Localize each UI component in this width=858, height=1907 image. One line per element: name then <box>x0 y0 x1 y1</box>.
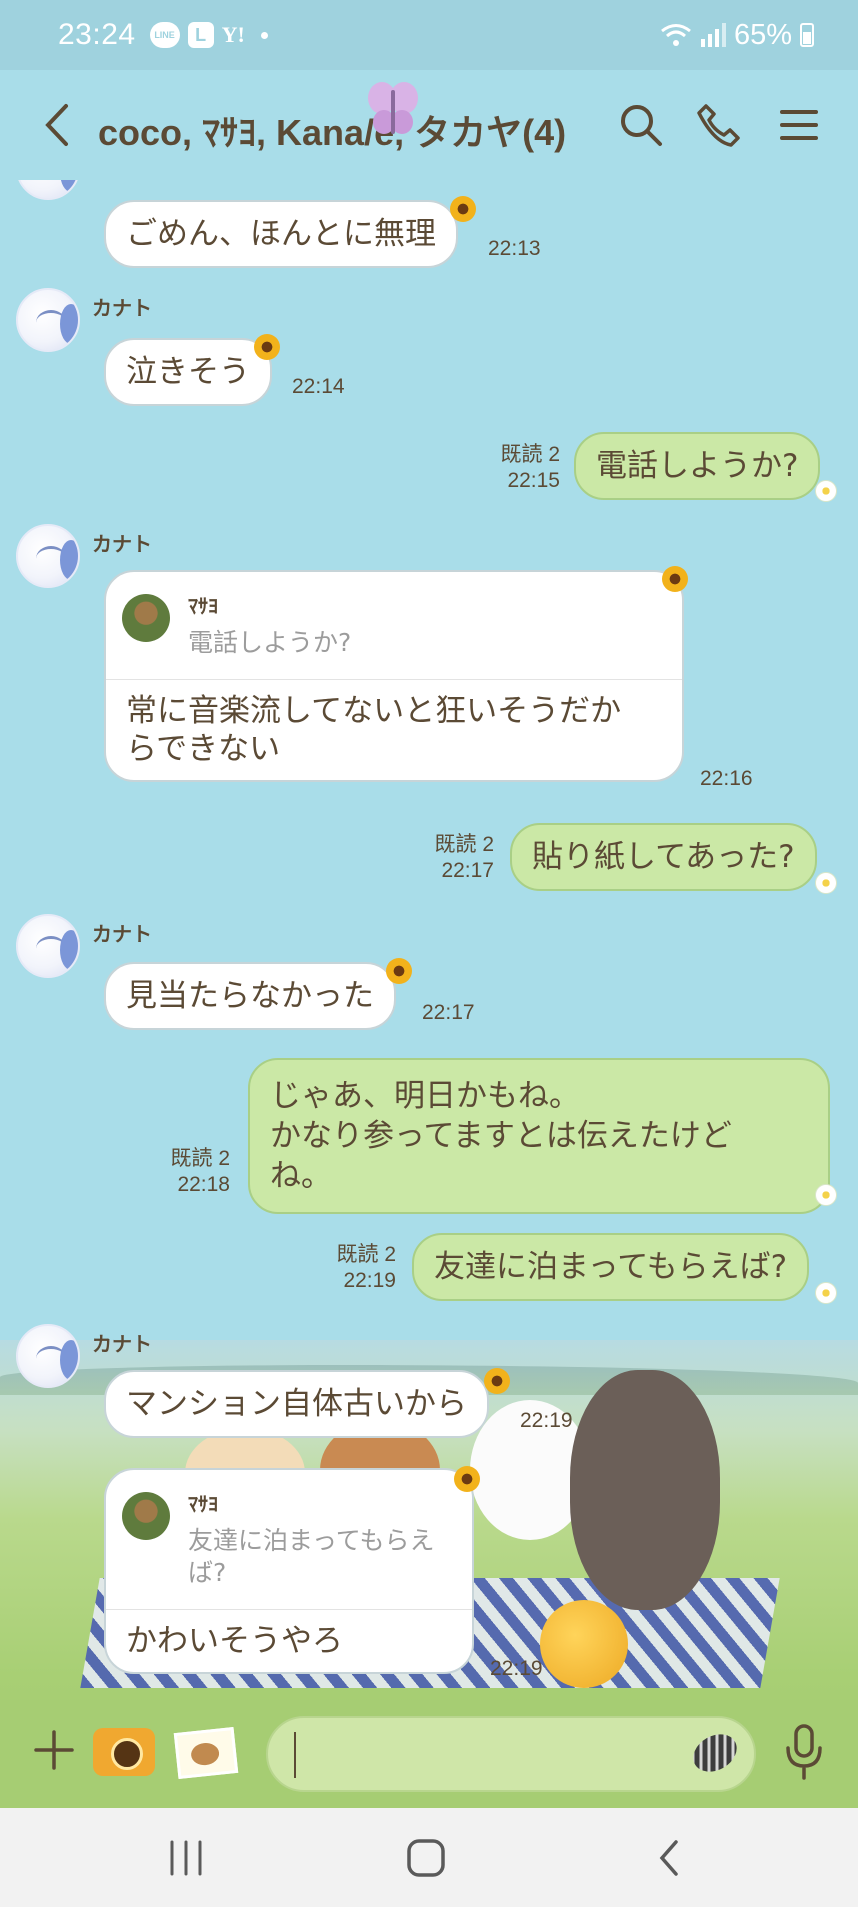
quoted-sender: ﾏｻﾖ <box>188 596 218 618</box>
message-time: 22:17 <box>422 1001 475 1024</box>
sunflower-decoration <box>450 196 476 222</box>
camera-icon[interactable] <box>93 1728 155 1776</box>
reply-text: かわいそうやろ <box>126 1623 343 1659</box>
wifi-icon <box>661 24 691 46</box>
l-icon: L <box>187 22 214 48</box>
avatar[interactable] <box>16 524 80 588</box>
signal-icon <box>700 23 726 47</box>
message-time: 22:19 <box>343 1269 396 1292</box>
hamster-decoration <box>570 1370 720 1610</box>
avatar[interactable] <box>16 180 80 200</box>
daisy-decoration <box>815 480 837 502</box>
read-receipt: 既読 2 22:18 <box>162 1146 230 1198</box>
sender-name: カナト <box>92 1334 152 1356</box>
quoted-avatar <box>122 594 170 642</box>
daisy-decoration <box>815 1184 837 1206</box>
message-bubble-mine[interactable]: 電話しようか? <box>574 432 821 500</box>
menu-icon[interactable] <box>776 102 822 148</box>
message-time: 22:15 <box>507 469 560 492</box>
message-bubble[interactable]: 泣きそう <box>104 338 272 406</box>
battery-icon <box>800 23 814 47</box>
reply-message-card[interactable]: ﾏｻﾖ 友達に泊まってもらえ ば? かわいそうやろ <box>104 1468 474 1674</box>
sunflower-decoration <box>386 958 412 984</box>
plus-icon[interactable] <box>34 1730 74 1770</box>
message-time: 22:13 <box>488 237 541 260</box>
phone-icon[interactable] <box>696 102 742 148</box>
search-icon[interactable] <box>618 102 664 148</box>
chat-title[interactable]: coco, ﾏｻﾖ, Kana/e, タカヤ(4) <box>98 104 566 156</box>
quoted-message[interactable]: ﾏｻﾖ 電話しようか? <box>106 572 682 680</box>
daisy-decoration <box>815 872 837 894</box>
message-input[interactable] <box>294 1732 674 1778</box>
avatar[interactable] <box>16 288 80 352</box>
message-time: 22:18 <box>177 1173 230 1196</box>
back-icon[interactable] <box>648 1836 692 1880</box>
status-bar: 23:24 LINE L Y! 65% <box>0 0 858 70</box>
read-count: 既読 2 <box>336 1243 396 1266</box>
chat-history[interactable]: ごめん、ほんとに無理 22:13 カナト 泣きそう 22:14 既読 2 22:… <box>0 180 858 1700</box>
message-bubble[interactable]: ごめん、ほんとに無理 <box>104 200 458 268</box>
chat-header: coco, ﾏｻﾖ, Kana/e, タカヤ(4) <box>0 70 858 180</box>
reply-text: 常に音楽流してないと狂いそうだか らできない <box>126 693 622 767</box>
quoted-message[interactable]: ﾏｻﾖ 友達に泊まってもらえ ば? <box>106 1470 472 1610</box>
message-bubble-mine[interactable]: じゃあ、明日かもね。 かなり参ってますとは伝えたけど ね。 <box>248 1058 830 1214</box>
microphone-icon[interactable] <box>784 1724 824 1780</box>
sender-name: カナト <box>92 924 152 946</box>
recent-apps-icon[interactable] <box>164 1836 208 1880</box>
sender-name: カナト <box>92 298 152 320</box>
quoted-avatar <box>122 1492 170 1540</box>
read-receipt: 既読 2 22:19 <box>328 1242 396 1294</box>
back-arrow-icon[interactable] <box>38 102 78 148</box>
system-nav-bar <box>0 1808 858 1907</box>
sunflower-decoration <box>254 334 280 360</box>
quoted-text: 電話しようか? <box>188 628 352 657</box>
message-bubble[interactable]: マンション自体古いから <box>104 1370 489 1438</box>
message-time: 22:17 <box>441 859 494 882</box>
reply-message-card[interactable]: ﾏｻﾖ 電話しようか? 常に音楽流してないと狂いそうだか らできない <box>104 570 684 782</box>
read-count: 既読 2 <box>170 1147 230 1170</box>
message-input-field[interactable] <box>266 1716 756 1792</box>
sunflower-decoration <box>454 1466 480 1492</box>
message-bubble[interactable]: 見当たらなかった <box>104 962 396 1030</box>
message-input-bar <box>0 1700 858 1808</box>
sticker-icon[interactable] <box>686 1726 744 1780</box>
butterfly-decoration-icon <box>368 82 418 134</box>
sunflower-decoration <box>484 1368 510 1394</box>
avatar[interactable] <box>16 1324 80 1388</box>
battery-percent: 65% <box>733 18 792 51</box>
message-bubble-mine[interactable]: 友達に泊まってもらえば? <box>412 1233 810 1301</box>
read-count: 既読 2 <box>500 443 560 466</box>
avatar[interactable] <box>16 914 80 978</box>
more-notifications-dot <box>260 31 268 39</box>
sender-name: カナト <box>92 534 152 556</box>
line-icon: LINE <box>149 22 180 48</box>
message-time: 22:19 <box>490 1657 543 1680</box>
yahoo-icon: Y! <box>221 22 245 47</box>
read-receipt: 既読 2 22:17 <box>426 832 494 884</box>
quoted-text: 友達に泊まってもらえ ば? <box>188 1526 435 1587</box>
home-icon[interactable] <box>404 1836 448 1880</box>
message-time: 22:14 <box>292 375 345 398</box>
message-time: 22:19 <box>520 1409 573 1432</box>
hamster-decoration <box>540 1600 628 1688</box>
read-receipt: 既読 2 22:15 <box>492 442 560 494</box>
quoted-sender: ﾏｻﾖ <box>188 1494 218 1516</box>
message-bubble-mine[interactable]: 貼り紙してあった? <box>510 823 817 891</box>
sunflower-decoration <box>662 566 688 592</box>
status-time: 23:24 <box>58 18 136 51</box>
message-time: 22:16 <box>700 767 753 790</box>
read-count: 既読 2 <box>434 833 494 856</box>
daisy-decoration <box>815 1282 837 1304</box>
photo-gallery-icon[interactable] <box>173 1726 239 1780</box>
